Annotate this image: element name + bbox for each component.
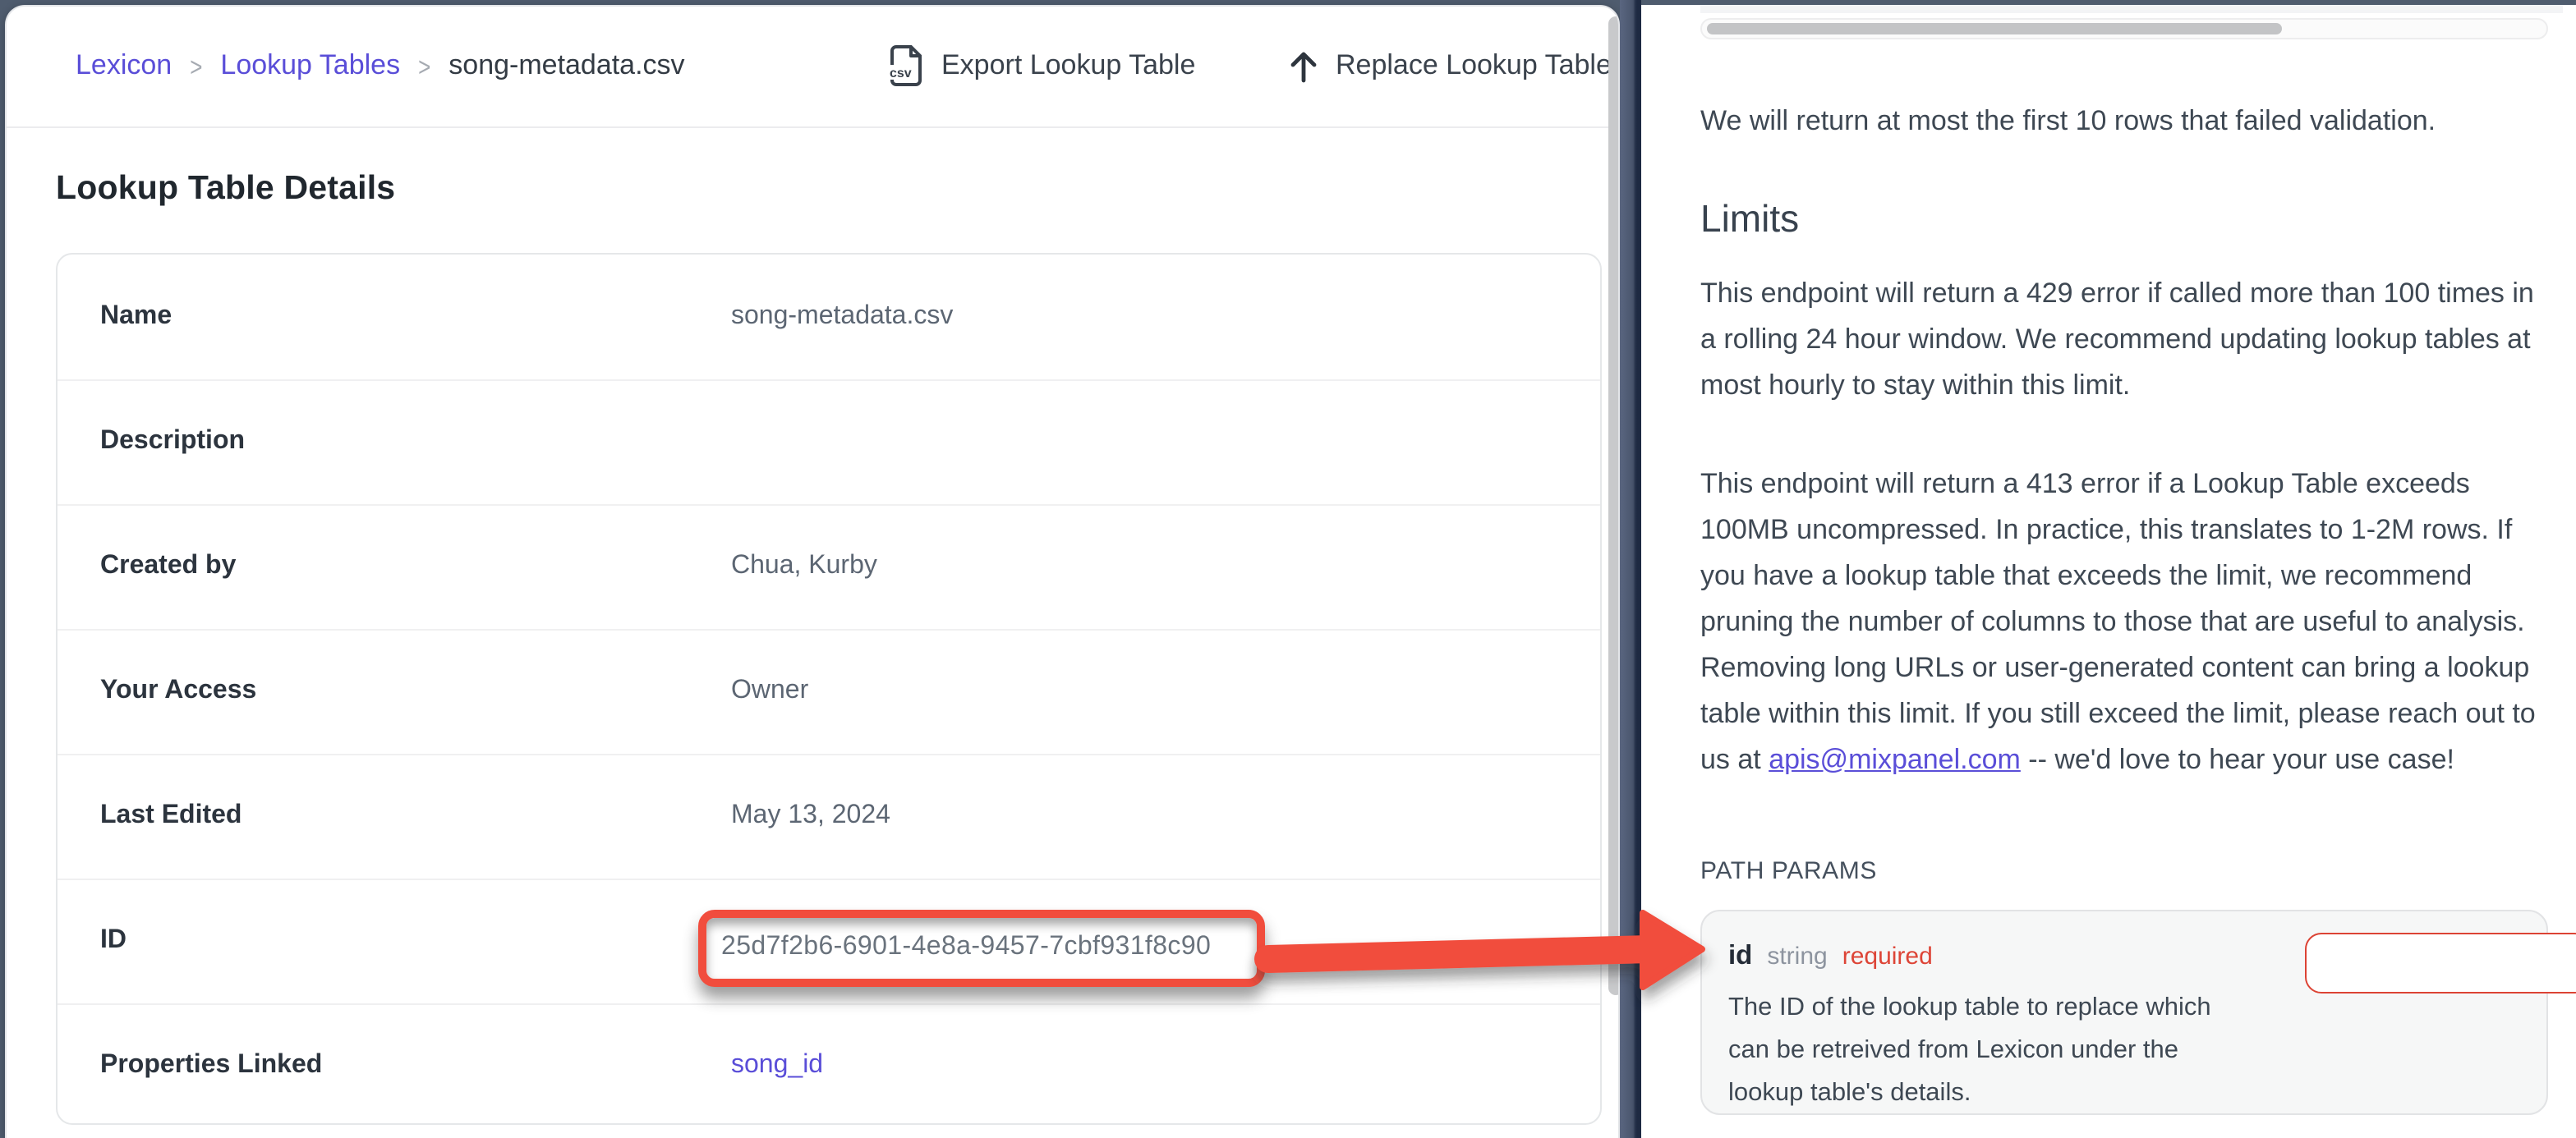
- limits-paragraph-text: This endpoint will return a 413 error if…: [1700, 467, 2536, 774]
- detail-value: Chua, Kurby: [731, 552, 877, 581]
- detail-row-created-by: Created by Chua, Kurby: [58, 503, 1600, 628]
- detail-label: ID: [100, 926, 731, 956]
- detail-value: 25d7f2b6-6901-4e8a-9457-7cbf931f8c90: [731, 896, 1265, 986]
- limits-heading: Limits: [1700, 196, 2545, 241]
- detail-row-your-access: Your Access Owner: [58, 628, 1600, 753]
- id-param-card: id string required The ID of the lookup …: [1700, 909, 2548, 1114]
- detail-value: Owner: [731, 677, 808, 706]
- vertical-scrollbar-thumb[interactable]: [1608, 16, 1620, 994]
- details-card: Name song-metadata.csv Description Creat…: [56, 252, 1602, 1124]
- detail-label: Last Edited: [100, 801, 731, 831]
- detail-row-id: ID 25d7f2b6-6901-4e8a-9457-7cbf931f8c90: [58, 878, 1600, 1003]
- breadcrumb-current-file: song-metadata.csv: [448, 49, 684, 82]
- svg-text:csv: csv: [890, 67, 912, 80]
- replace-button-label: Replace Lookup Table: [1336, 49, 1612, 82]
- chevron-right-icon: >: [418, 50, 430, 81]
- limits-paragraph-text: -- we'd love to hear your use case!: [2021, 743, 2454, 774]
- page-header: Lexicon > Lookup Tables > song-metadata.…: [7, 6, 1618, 127]
- detail-row-last-edited: Last Edited May 13, 2024: [58, 753, 1600, 878]
- param-description: The ID of the lookup table to replace wh…: [1728, 986, 2215, 1114]
- breadcrumb-lookup-tables[interactable]: Lookup Tables: [220, 49, 400, 82]
- lookup-table-details-window: Lexicon > Lookup Tables > song-metadata.…: [5, 4, 1620, 1138]
- detail-label: Name: [100, 301, 731, 331]
- export-button-label: Export Lookup Table: [941, 49, 1195, 82]
- up-arrow-icon: [1288, 48, 1319, 83]
- lookup-table-id-value: 25d7f2b6-6901-4e8a-9457-7cbf931f8c90: [721, 933, 1211, 962]
- path-params-section-label: PATH PARAMS: [1700, 856, 2545, 884]
- param-name: id: [1728, 940, 1752, 971]
- api-docs-window: We will return at most the first 10 rows…: [1641, 4, 2576, 1138]
- detail-label: Your Access: [100, 677, 731, 706]
- limits-paragraph-413: This endpoint will return a 413 error if…: [1700, 461, 2545, 782]
- replace-lookup-table-button[interactable]: Replace Lookup Table: [1288, 6, 1612, 126]
- support-email-link[interactable]: apis@mixpanel.com: [1769, 743, 2021, 774]
- detail-row-name: Name song-metadata.csv: [58, 254, 1600, 379]
- param-type: string: [1767, 942, 1827, 970]
- export-lookup-table-button[interactable]: csv Export Lookup Table: [889, 6, 1195, 126]
- docs-intro-paragraph: We will return at most the first 10 rows…: [1700, 98, 2545, 144]
- detail-row-description: Description: [58, 379, 1600, 503]
- detail-row-properties-linked: Properties Linked song_id: [58, 1003, 1600, 1127]
- page-title: Lookup Table Details: [56, 168, 395, 208]
- chevron-right-icon: >: [190, 50, 202, 81]
- breadcrumb-lexicon[interactable]: Lexicon: [76, 49, 172, 82]
- param-required-badge: required: [1842, 942, 1933, 970]
- annotation-highlight-box: 25d7f2b6-6901-4e8a-9457-7cbf931f8c90: [698, 909, 1265, 986]
- horizontal-scrollbar-thumb[interactable]: [1707, 22, 2282, 34]
- screenshot-stage: Lexicon > Lookup Tables > song-metadata.…: [0, 0, 2576, 1138]
- breadcrumb: Lexicon > Lookup Tables > song-metadata.…: [76, 6, 685, 126]
- detail-label: Created by: [100, 552, 731, 581]
- csv-file-icon: csv: [889, 44, 925, 87]
- docs-top-strip: [1700, 4, 2563, 13]
- detail-value: May 13, 2024: [731, 801, 890, 831]
- id-param-input[interactable]: [2305, 932, 2576, 993]
- linked-property-link[interactable]: song_id: [731, 1051, 823, 1081]
- horizontal-scrollbar-track[interactable]: [1700, 17, 2548, 39]
- detail-value: song-metadata.csv: [731, 301, 953, 331]
- limits-paragraph-429: This endpoint will return a 429 error if…: [1700, 270, 2545, 408]
- detail-label: Description: [100, 427, 731, 457]
- detail-label: Properties Linked: [100, 1051, 731, 1081]
- window-gap: [1620, 0, 1641, 1138]
- param-header: id string required: [1728, 940, 1933, 971]
